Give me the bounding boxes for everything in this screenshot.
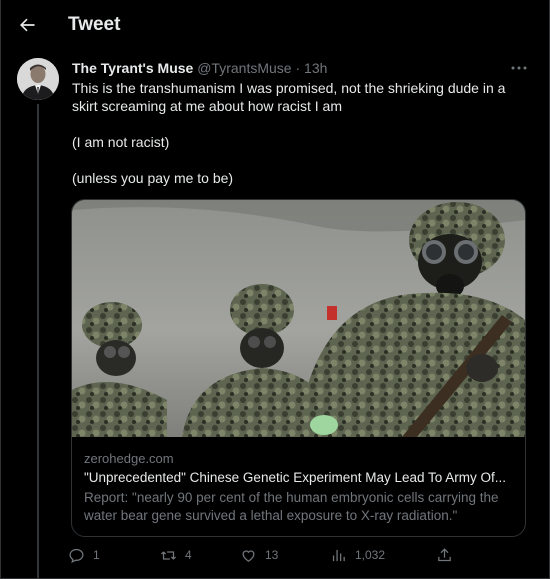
avatar[interactable] xyxy=(17,58,59,100)
retweet-icon xyxy=(160,550,177,560)
reply-button[interactable]: 1 xyxy=(68,543,100,567)
thread-line xyxy=(37,104,39,579)
retweet-count: 4 xyxy=(185,548,192,562)
heart-icon xyxy=(242,549,255,562)
view-count: 1,032 xyxy=(355,548,386,562)
reply-count: 1 xyxy=(93,548,100,562)
tweet-text: This is the transhumanism I was promised… xyxy=(72,79,522,187)
share-icon xyxy=(438,547,451,561)
analytics-icon xyxy=(332,549,345,561)
share-button[interactable] xyxy=(436,543,453,567)
card-image xyxy=(72,200,525,437)
retweet-button[interactable]: 4 xyxy=(160,543,192,567)
separator-dot: · xyxy=(295,60,301,76)
arrow-left-icon xyxy=(20,18,35,32)
page-header: Tweet xyxy=(0,0,550,50)
more-horizontal-icon xyxy=(511,66,527,70)
views-button[interactable]: 1,032 xyxy=(330,543,385,567)
tweet-actions: 1 4 13 1,032 xyxy=(68,543,468,567)
user-handle[interactable]: @TyrantsMuse xyxy=(197,60,291,76)
tweet-text-line: (I am not racist) xyxy=(72,134,170,150)
tweet-header: The Tyrant's Muse @TyrantsMuse · 13h xyxy=(72,60,327,76)
page-title: Tweet xyxy=(68,14,121,35)
tweet-timestamp[interactable]: 13h xyxy=(304,60,327,76)
card-domain: zerohedge.com xyxy=(84,451,174,466)
back-button[interactable] xyxy=(12,10,42,40)
reply-icon xyxy=(69,548,84,563)
card-description: Report: "nearly 90 per cent of the human… xyxy=(84,490,499,523)
tweet-text-line: (unless you pay me to be) xyxy=(72,170,234,186)
like-count: 13 xyxy=(265,548,279,562)
link-preview-card[interactable]: zerohedge.com "Unprecedented" Chinese Ge… xyxy=(71,199,526,537)
display-name[interactable]: The Tyrant's Muse xyxy=(72,60,193,76)
avatar-image xyxy=(17,58,59,100)
tweet-text-line: This is the transhumanism I was promised… xyxy=(72,80,506,114)
like-button[interactable]: 13 xyxy=(240,543,278,567)
more-options-button[interactable] xyxy=(508,58,530,78)
card-title: "Unprecedented" Chinese Genetic Experime… xyxy=(84,470,507,485)
